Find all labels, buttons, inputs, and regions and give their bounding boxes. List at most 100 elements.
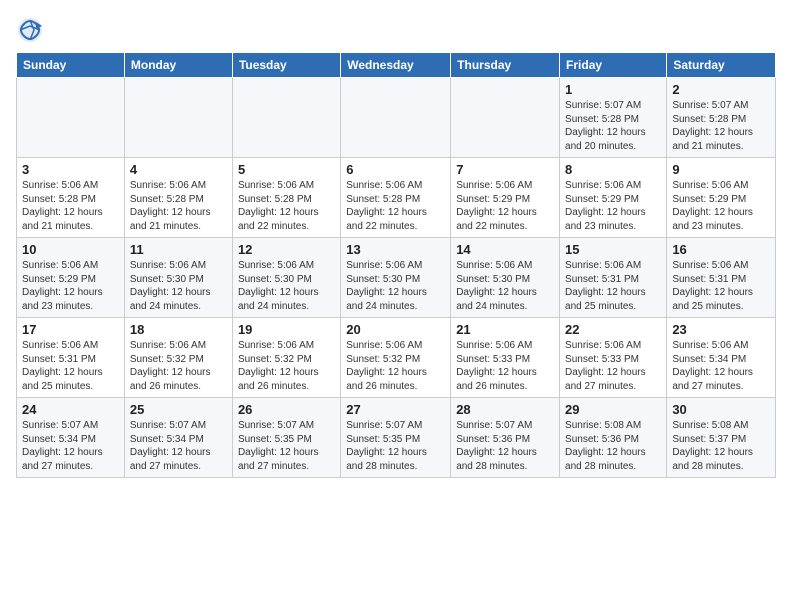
week-row-3: 10Sunrise: 5:06 AM Sunset: 5:29 PM Dayli… (17, 238, 776, 318)
day-cell-20: 20 Sunrise: 5:06 AM Sunset: 5:32 PM Dayli… (341, 318, 451, 398)
empty-cell (451, 78, 560, 158)
day-cell-28: 28 Sunrise: 5:07 AM Sunset: 5:36 PM Dayli… (451, 398, 560, 478)
header-day-tuesday: Tuesday (232, 53, 340, 78)
day-cell-13: 13Sunrise: 5:06 AM Sunset: 5:30 PM Dayli… (341, 238, 451, 318)
day-number: 4 (130, 162, 227, 177)
header-day-friday: Friday (560, 53, 667, 78)
empty-cell (232, 78, 340, 158)
day-number: 24 (22, 402, 119, 417)
day-cell-3: 3Sunrise: 5:06 AM Sunset: 5:28 PM Daylig… (17, 158, 125, 238)
day-info: Sunrise: 5:06 AM Sunset: 5:29 PM Dayligh… (672, 179, 770, 233)
day-info: Sunrise: 5:06 AM Sunset: 5:31 PM Dayligh… (672, 259, 770, 313)
day-info: Sunrise: 5:07 AM Sunset: 5:34 PM Dayligh… (130, 419, 227, 473)
day-number: 11 (130, 242, 227, 257)
day-cell-23: 23 Sunrise: 5:06 AM Sunset: 5:34 PM Dayli… (667, 318, 776, 398)
day-number: 28 (456, 402, 554, 417)
day-cell-16: 16 Sunrise: 5:06 AM Sunset: 5:31 PM Dayli… (667, 238, 776, 318)
day-cell-5: 5 Sunrise: 5:06 AM Sunset: 5:28 PM Daylig… (232, 158, 340, 238)
day-cell-6: 6 Sunrise: 5:06 AM Sunset: 5:28 PM Daylig… (341, 158, 451, 238)
day-cell-7: 7Sunrise: 5:06 AM Sunset: 5:29 PM Daylig… (451, 158, 560, 238)
day-info: Sunrise: 5:06 AM Sunset: 5:34 PM Dayligh… (672, 339, 770, 393)
day-cell-11: 11 Sunrise: 5:06 AM Sunset: 5:30 PM Dayli… (124, 238, 232, 318)
day-info: Sunrise: 5:06 AM Sunset: 5:33 PM Dayligh… (565, 339, 661, 393)
logo-icon (16, 16, 44, 44)
day-number: 12 (238, 242, 335, 257)
day-number: 8 (565, 162, 661, 177)
day-number: 25 (130, 402, 227, 417)
day-info: Sunrise: 5:07 AM Sunset: 5:35 PM Dayligh… (346, 419, 445, 473)
header-day-saturday: Saturday (667, 53, 776, 78)
logo (16, 16, 48, 44)
day-number: 7 (456, 162, 554, 177)
day-info: Sunrise: 5:07 AM Sunset: 5:28 PM Dayligh… (565, 99, 661, 153)
day-number: 17 (22, 322, 119, 337)
day-cell-30: 30 Sunrise: 5:08 AM Sunset: 5:37 PM Dayli… (667, 398, 776, 478)
day-info: Sunrise: 5:06 AM Sunset: 5:32 PM Dayligh… (130, 339, 227, 393)
day-number: 26 (238, 402, 335, 417)
day-info: Sunrise: 5:07 AM Sunset: 5:28 PM Dayligh… (672, 99, 770, 153)
day-info: Sunrise: 5:06 AM Sunset: 5:29 PM Dayligh… (22, 259, 119, 313)
day-info: Sunrise: 5:06 AM Sunset: 5:29 PM Dayligh… (565, 179, 661, 233)
calendar-body: 1 Sunrise: 5:07 AM Sunset: 5:28 PM Daylig… (17, 78, 776, 478)
day-info: Sunrise: 5:06 AM Sunset: 5:31 PM Dayligh… (565, 259, 661, 313)
day-info: Sunrise: 5:08 AM Sunset: 5:36 PM Dayligh… (565, 419, 661, 473)
header-row: SundayMondayTuesdayWednesdayThursdayFrid… (17, 53, 776, 78)
day-info: Sunrise: 5:06 AM Sunset: 5:30 PM Dayligh… (130, 259, 227, 313)
day-cell-18: 18 Sunrise: 5:06 AM Sunset: 5:32 PM Dayli… (124, 318, 232, 398)
day-number: 5 (238, 162, 335, 177)
day-info: Sunrise: 5:08 AM Sunset: 5:37 PM Dayligh… (672, 419, 770, 473)
day-info: Sunrise: 5:06 AM Sunset: 5:30 PM Dayligh… (456, 259, 554, 313)
day-cell-22: 22 Sunrise: 5:06 AM Sunset: 5:33 PM Dayli… (560, 318, 667, 398)
day-number: 3 (22, 162, 119, 177)
empty-cell (124, 78, 232, 158)
week-row-2: 3 Sunrise: 5:06 AM Sunset: 5:28 PM Daylig… (17, 158, 776, 238)
day-info: Sunrise: 5:06 AM Sunset: 5:30 PM Dayligh… (346, 259, 445, 313)
day-number: 15 (565, 242, 661, 257)
day-number: 20 (346, 322, 445, 337)
day-number: 6 (346, 162, 445, 177)
day-cell-14: 14 Sunrise: 5:06 AM Sunset: 5:30 PM Dayli… (451, 238, 560, 318)
day-cell-10: 10Sunrise: 5:06 AM Sunset: 5:29 PM Dayli… (17, 238, 125, 318)
day-cell-25: 25 Sunrise: 5:07 AM Sunset: 5:34 PM Dayli… (124, 398, 232, 478)
day-number: 14 (456, 242, 554, 257)
day-cell-1: 1 Sunrise: 5:07 AM Sunset: 5:28 PM Daylig… (560, 78, 667, 158)
day-info: Sunrise: 5:07 AM Sunset: 5:35 PM Dayligh… (238, 419, 335, 473)
day-number: 30 (672, 402, 770, 417)
day-cell-21: 21 Sunrise: 5:06 AM Sunset: 5:33 PM Dayli… (451, 318, 560, 398)
calendar-header: SundayMondayTuesdayWednesdayThursdayFrid… (17, 53, 776, 78)
calendar-table: SundayMondayTuesdayWednesdayThursdayFrid… (16, 52, 776, 478)
day-number: 23 (672, 322, 770, 337)
page-header (16, 16, 776, 44)
header-day-thursday: Thursday (451, 53, 560, 78)
day-cell-19: 19Sunrise: 5:06 AM Sunset: 5:32 PM Dayli… (232, 318, 340, 398)
day-cell-12: 12Sunrise: 5:06 AM Sunset: 5:30 PM Dayli… (232, 238, 340, 318)
day-number: 21 (456, 322, 554, 337)
day-cell-9: 9 Sunrise: 5:06 AM Sunset: 5:29 PM Daylig… (667, 158, 776, 238)
day-info: Sunrise: 5:07 AM Sunset: 5:34 PM Dayligh… (22, 419, 119, 473)
day-cell-26: 26 Sunrise: 5:07 AM Sunset: 5:35 PM Dayli… (232, 398, 340, 478)
day-number: 29 (565, 402, 661, 417)
day-number: 16 (672, 242, 770, 257)
day-number: 27 (346, 402, 445, 417)
header-day-sunday: Sunday (17, 53, 125, 78)
day-info: Sunrise: 5:06 AM Sunset: 5:28 PM Dayligh… (238, 179, 335, 233)
day-info: Sunrise: 5:07 AM Sunset: 5:36 PM Dayligh… (456, 419, 554, 473)
day-number: 18 (130, 322, 227, 337)
header-day-monday: Monday (124, 53, 232, 78)
day-cell-17: 17Sunrise: 5:06 AM Sunset: 5:31 PM Dayli… (17, 318, 125, 398)
day-info: Sunrise: 5:06 AM Sunset: 5:28 PM Dayligh… (130, 179, 227, 233)
week-row-1: 1 Sunrise: 5:07 AM Sunset: 5:28 PM Daylig… (17, 78, 776, 158)
day-cell-4: 4 Sunrise: 5:06 AM Sunset: 5:28 PM Daylig… (124, 158, 232, 238)
day-info: Sunrise: 5:06 AM Sunset: 5:28 PM Dayligh… (346, 179, 445, 233)
day-info: Sunrise: 5:06 AM Sunset: 5:33 PM Dayligh… (456, 339, 554, 393)
header-day-wednesday: Wednesday (341, 53, 451, 78)
day-number: 9 (672, 162, 770, 177)
empty-cell (17, 78, 125, 158)
day-number: 22 (565, 322, 661, 337)
day-number: 2 (672, 82, 770, 97)
week-row-4: 17Sunrise: 5:06 AM Sunset: 5:31 PM Dayli… (17, 318, 776, 398)
day-number: 1 (565, 82, 661, 97)
day-cell-27: 27 Sunrise: 5:07 AM Sunset: 5:35 PM Dayli… (341, 398, 451, 478)
day-info: Sunrise: 5:06 AM Sunset: 5:32 PM Dayligh… (346, 339, 445, 393)
week-row-5: 24 Sunrise: 5:07 AM Sunset: 5:34 PM Dayli… (17, 398, 776, 478)
